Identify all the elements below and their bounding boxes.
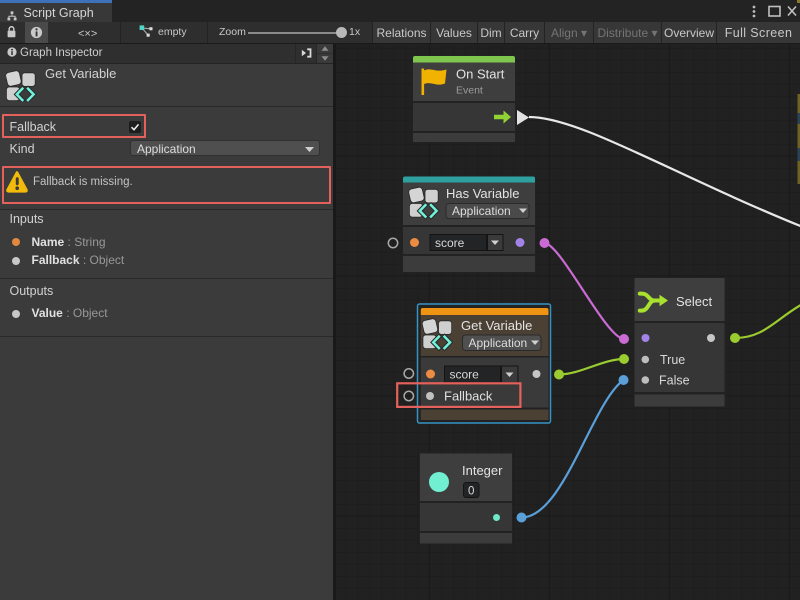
svg-text:False: False — [659, 374, 690, 388]
svg-text:Application: Application — [469, 336, 528, 350]
svg-text:0: 0 — [468, 486, 474, 498]
svg-text:Event: Event — [456, 85, 483, 97]
svg-text:Has Variable: Has Variable — [446, 186, 519, 201]
svg-text:score: score — [450, 368, 480, 382]
svg-text:On Start: On Start — [456, 67, 505, 82]
svg-text:Application: Application — [452, 204, 511, 218]
svg-text:Fallback: Fallback — [444, 389, 493, 404]
svg-text:Select: Select — [676, 294, 713, 309]
svg-text:Get Variable: Get Variable — [461, 318, 532, 333]
svg-text:True: True — [660, 353, 685, 367]
svg-text:score: score — [435, 236, 465, 250]
svg-text:Integer: Integer — [462, 463, 503, 478]
